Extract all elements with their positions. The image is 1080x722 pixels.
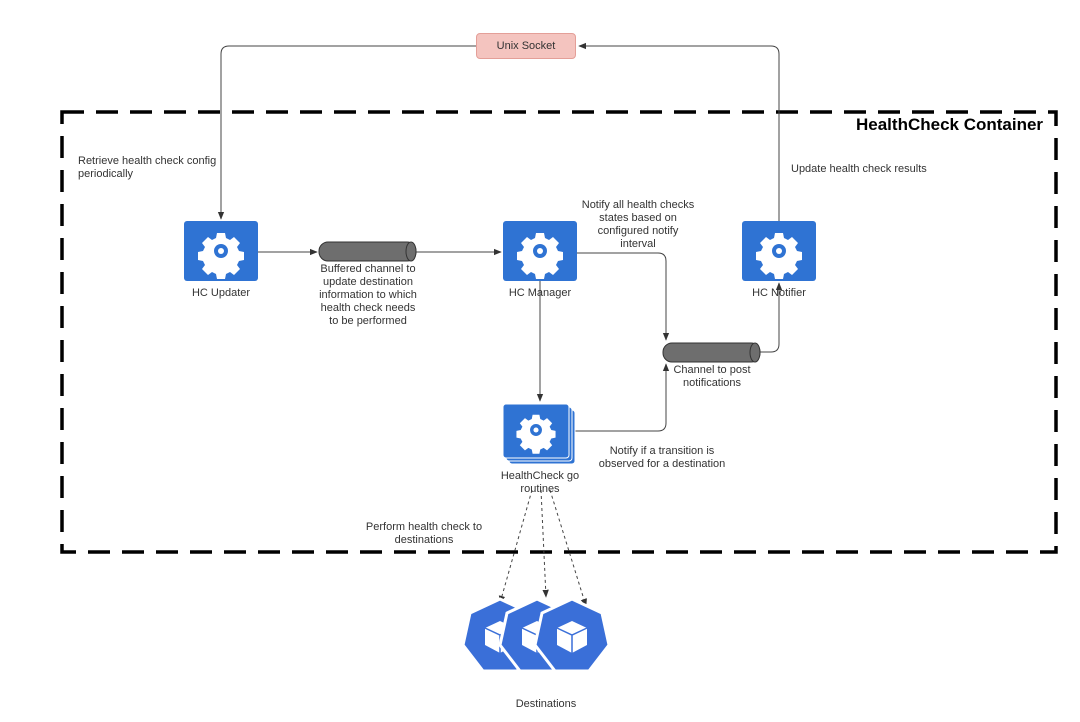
edge-manager-to-channel: [577, 252, 670, 341]
container-title: HealthCheck Container: [856, 115, 1044, 134]
destinations-group: [461, 597, 611, 673]
hc-notifier-node: [742, 221, 816, 281]
cube-icon: [533, 597, 611, 673]
notify-transition-annotation: Notify if a transition is observed for a …: [598, 445, 726, 470]
edge-socket-to-updater: [217, 45, 476, 220]
unix-socket-node: Unix Socket: [476, 33, 576, 59]
hc-updater-node: [184, 221, 258, 281]
edge-notifier-to-socket: [578, 42, 780, 221]
hc-manager-node: [503, 221, 577, 281]
perform-annotation: Perform health check to destinations: [365, 521, 483, 546]
goroutines-node: [502, 403, 576, 465]
hc-updater-label: HC Updater: [191, 287, 251, 299]
edge-goroutine-dest-3: [549, 489, 587, 607]
hc-notifier-label: HC Notifier: [752, 287, 806, 299]
unix-socket-label: Unix Socket: [496, 40, 556, 52]
channel-post-annotation: Channel to post notifications: [673, 364, 751, 389]
hc-manager-label: HC Manager: [508, 287, 572, 299]
notification-channel-pipe: [662, 342, 761, 363]
goroutines-label: HealthCheck go routines: [500, 470, 580, 495]
retrieve-annotation: Retrieve health check config periodically: [78, 155, 217, 180]
buffered-channel-pipe: [318, 241, 417, 262]
update-results-annotation: Update health check results: [791, 163, 927, 175]
edge-goroutine-dest-1: [498, 489, 533, 604]
destinations-label: Destinations: [515, 698, 577, 710]
diagram-canvas: [60, 42, 1058, 673]
notify-all-annotation: Notify all health checks states based on c…: [581, 199, 695, 250]
edge-goroutine-dest-2: [540, 489, 549, 598]
buffered-channel-annotation: Buffered channel to update destination inf…: [319, 263, 417, 327]
edge-goroutines-to-channel: [570, 363, 670, 432]
